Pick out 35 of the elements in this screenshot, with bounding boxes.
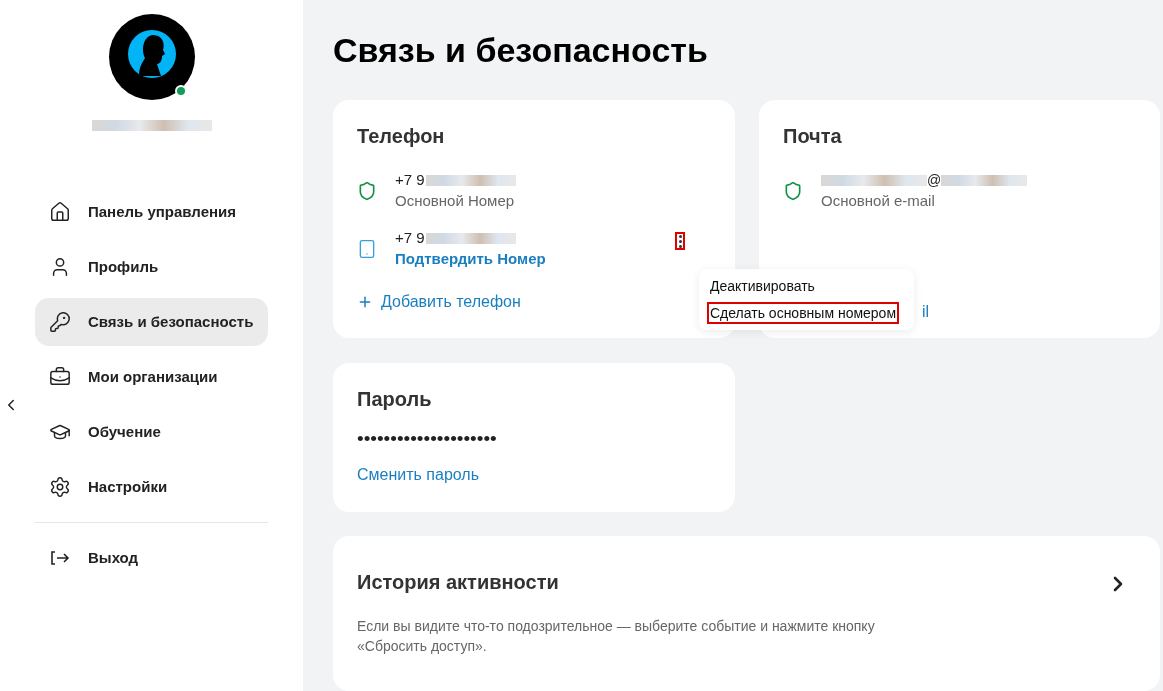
shield-icon (357, 181, 377, 201)
phone-number: +7 9 (395, 228, 425, 248)
nav-item[interactable]: Выход (35, 534, 268, 582)
add-email-link[interactable]: il (922, 300, 930, 324)
change-password-link[interactable]: Сменить пароль (357, 463, 711, 487)
card-title: Почта (783, 124, 843, 148)
menu-item[interactable]: Деактивировать (709, 277, 816, 295)
nav-item[interactable]: Обучение (35, 408, 268, 456)
history-description: Если вы видите что-то подозрительное — выберите событие и нажмите кнопку «Сбросить доступ». (357, 616, 876, 656)
phone-caption: Основной Номер (395, 191, 516, 211)
settings-icon (49, 476, 71, 498)
card-title: Пароль (357, 387, 433, 411)
phone-number: +7 9 (395, 170, 425, 190)
plus-icon (357, 294, 373, 310)
more-menu-button[interactable] (675, 232, 685, 250)
tablet-icon (357, 239, 377, 259)
nav-item[interactable]: Мои организации (35, 353, 268, 401)
card-title: История активности (357, 569, 559, 594)
nav-item[interactable]: Настройки (35, 463, 268, 511)
add-phone-link[interactable]: Добавить телефон (357, 290, 521, 314)
nav-item[interactable]: Профиль (35, 243, 268, 291)
briefcase-icon (49, 366, 71, 388)
key-icon (49, 311, 71, 333)
nav-item[interactable]: Связь и безопасность (35, 298, 268, 346)
shield-icon (783, 181, 803, 201)
home-icon (49, 201, 71, 223)
confirm-number-link[interactable]: Подтвердить Номер (395, 248, 546, 270)
card-title: Телефон (357, 124, 446, 148)
password-mask: ••••••••••••••••••••• (357, 429, 497, 449)
page-title: Связь и безопасность (333, 30, 709, 70)
email-caption: Основной e-mail (821, 191, 936, 211)
menu-item[interactable]: Сделать основным номером (709, 304, 898, 322)
email-at-sign: @ (927, 171, 942, 190)
activity-history-card[interactable]: История активности Если вы видите что-то подозрительное — выберите событие и нажмите кнопку «Сбросить доступ». (333, 535, 1160, 691)
nav-item[interactable]: Панель управления (35, 188, 268, 236)
